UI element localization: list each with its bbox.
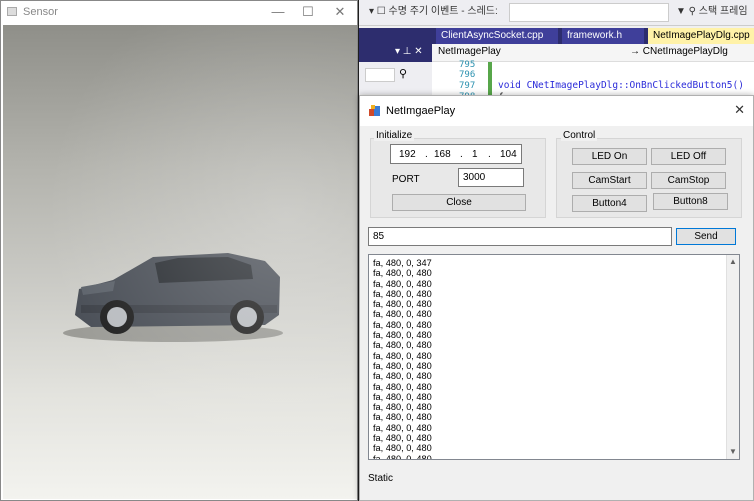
ip-address-field[interactable]: 192 . 168 . 1 . 104 [390,144,522,164]
log-line[interactable]: fa, 480, 0, 480 [373,279,723,289]
scroll-up-icon[interactable]: ▲ [729,257,737,266]
ip-octet-1[interactable]: 192 [399,149,416,160]
solution-panel-search: ⚲ [359,62,432,94]
line-number: 796 [459,70,476,80]
port-value: 3000 [463,172,486,183]
status-text: Static [368,473,394,484]
log-line[interactable]: fa, 480, 0, 480 [373,320,723,330]
scrollbar[interactable]: ▲ ▼ [726,255,739,459]
log-listbox[interactable]: fa, 480, 0, 347 fa, 480, 0, 480 fa, 480, 0… [368,254,740,460]
button4[interactable]: Button4 [572,195,647,212]
send-value: 85 [373,231,385,242]
port-field[interactable]: 3000 [458,168,524,187]
log-line[interactable]: fa, 480, 0, 480 [373,412,723,422]
camera-view [3,25,357,499]
log-lines: fa, 480, 0, 347 fa, 480, 0, 480 fa, 480, 0… [373,258,723,459]
ip-octet-3[interactable]: 1 [472,149,478,160]
tab-netimageplaydlg[interactable]: NetImagePlayDlg.cpp ⇥ [648,28,754,57]
log-line[interactable]: fa, 480, 0, 480 [373,382,723,392]
ip-octet-2[interactable]: 168 [434,149,451,160]
sensor-window: Sensor — ☐ ✕ [0,0,358,501]
close-button[interactable]: Close [392,194,526,211]
sensor-title: Sensor [23,6,58,18]
cam-start-button[interactable]: CamStart [572,172,647,189]
tab-clientasyncsocket[interactable]: ClientAsyncSocket.cpp [436,28,558,44]
search-icon[interactable]: ⚲ [399,67,407,80]
log-line[interactable]: fa, 480, 0, 480 [373,340,723,350]
initialize-label: Initialize [374,130,415,141]
send-button[interactable]: Send [676,228,736,245]
window-icon [7,7,17,16]
ip-octet-4[interactable]: 104 [500,149,517,160]
cam-stop-button[interactable]: CamStop [651,172,726,189]
log-line[interactable]: fa, 480, 0, 480 [373,423,723,433]
log-line[interactable]: fa, 480, 0, 480 [373,289,723,299]
netimageplay-dialog: NetImgaePlay ✕ Initialize 192 . 168 . 1 … [359,95,754,501]
app-icon [369,105,380,116]
nav-class-combo[interactable]: NetImagePlay [438,46,501,57]
log-line[interactable]: fa, 480, 0, 480 [373,361,723,371]
panel-search-input[interactable] [365,68,395,82]
sensor-titlebar[interactable]: Sensor — ☐ ✕ [1,1,357,23]
button8[interactable]: Button8 [653,193,728,210]
led-off-button[interactable]: LED Off [651,148,726,165]
line-number: 795 [459,60,476,70]
log-line[interactable]: fa, 480, 0, 480 [373,330,723,340]
close-icon[interactable]: ✕ [325,3,355,21]
dialog-titlebar[interactable]: NetImgaePlay ✕ [360,96,753,126]
log-line[interactable]: fa, 480, 0, 480 [373,392,723,402]
tab-framework[interactable]: framework.h [562,28,644,44]
code-line: void CNetImagePlayDlg::OnBnClickedButton… [498,80,744,91]
log-line[interactable]: fa, 480, 0, 480 [373,454,723,459]
log-line[interactable]: fa, 480, 0, 480 [373,299,723,309]
port-label: PORT [392,174,420,185]
log-line[interactable]: fa, 480, 0, 480 [373,371,723,381]
thread-combo[interactable]: ▾ ☐ 수명 주기 이벤트 - 스레드: [365,3,505,22]
stack-frame-label[interactable]: ▼ ⚲ 스택 프레임 [672,3,754,22]
maximize-icon[interactable]: ☐ [293,3,323,21]
led-on-button[interactable]: LED On [572,148,647,165]
log-line[interactable]: fa, 480, 0, 480 [373,402,723,412]
log-line[interactable]: fa, 480, 0, 480 [373,443,723,453]
close-icon[interactable]: ✕ [734,102,745,118]
log-line[interactable]: fa, 480, 0, 480 [373,268,723,278]
ide-toolbar: ▾ ☐ 수명 주기 이벤트 - 스레드: ▼ ⚲ 스택 프레임 [359,0,754,26]
frame-combo[interactable] [509,3,669,22]
dialog-title: NetImgaePlay [386,105,456,117]
scroll-down-icon[interactable]: ▼ [729,447,737,456]
control-label: Control [561,130,598,141]
nav-member-combo[interactable]: → CNetImagePlayDlg [630,46,728,57]
log-line[interactable]: fa, 480, 0, 347 [373,258,723,268]
panel-controls[interactable]: ▾ ⊥ ✕ [395,46,423,57]
send-input[interactable]: 85 [368,227,672,246]
log-line[interactable]: fa, 480, 0, 480 [373,309,723,319]
minimize-icon[interactable]: — [263,3,293,21]
line-number: 797 [459,81,476,91]
navigation-bar: NetImagePlay → CNetImagePlayDlg [432,44,754,62]
log-line[interactable]: fa, 480, 0, 480 [373,433,723,443]
log-line[interactable]: fa, 480, 0, 480 [373,351,723,361]
